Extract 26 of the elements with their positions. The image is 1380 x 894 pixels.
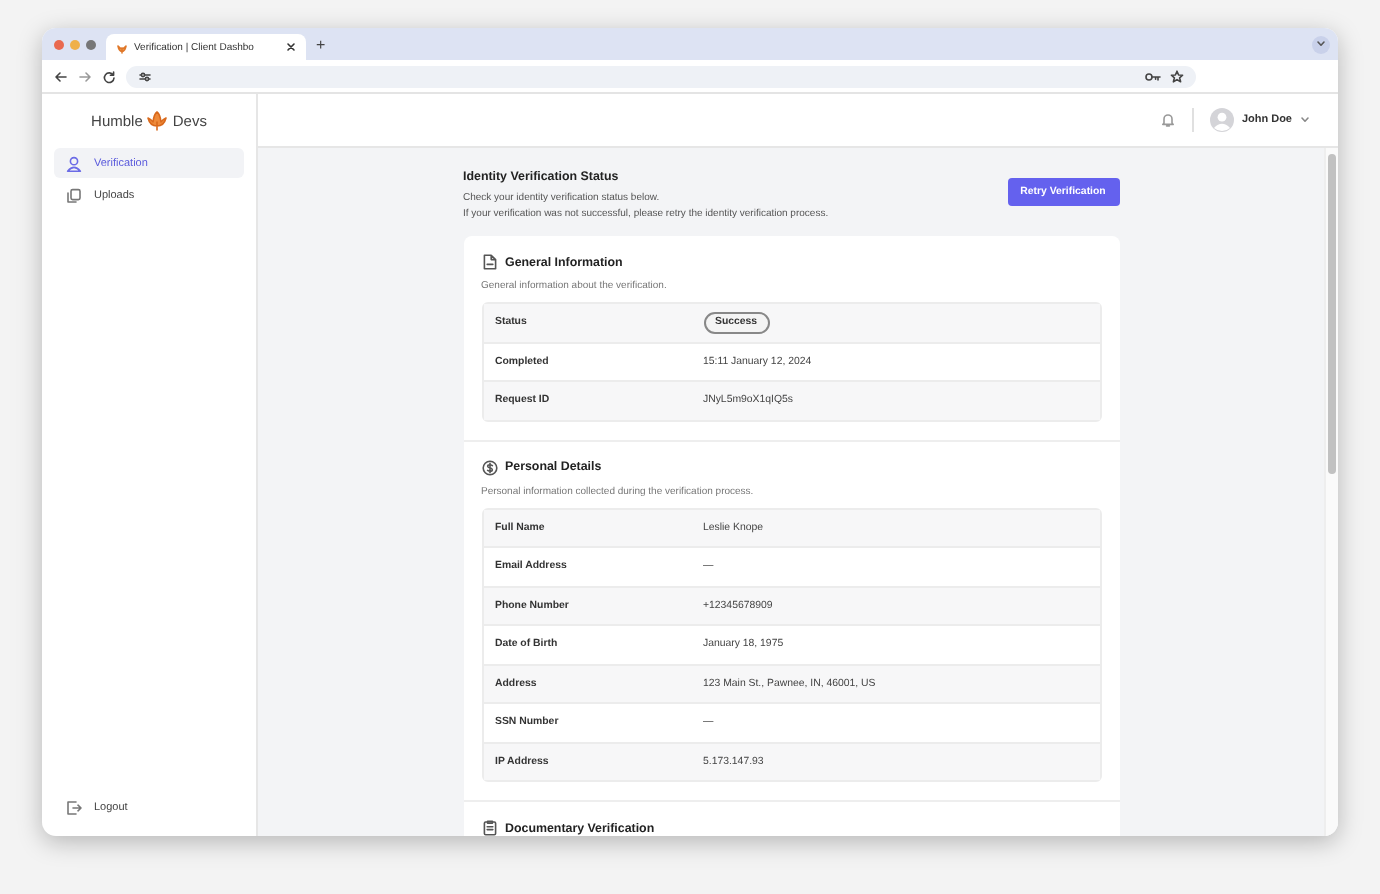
documents-icon xyxy=(66,187,82,203)
back-icon[interactable] xyxy=(54,69,68,83)
star-icon[interactable] xyxy=(1170,69,1184,83)
dollar-icon xyxy=(481,459,497,475)
close-button[interactable] xyxy=(54,39,64,49)
maximize-button[interactable] xyxy=(86,39,96,49)
address-field[interactable] xyxy=(126,65,1196,87)
close-icon[interactable] xyxy=(286,42,296,52)
clipboard-icon xyxy=(481,820,497,836)
leaf-icon xyxy=(116,41,128,53)
chevron-down-icon xyxy=(1316,40,1326,48)
bell-icon[interactable] xyxy=(1159,112,1176,128)
forward-icon[interactable] xyxy=(78,69,92,83)
leaf-logo-icon xyxy=(146,109,169,131)
exit-icon xyxy=(66,799,82,815)
scrollbar[interactable] xyxy=(1324,148,1338,836)
avatar-icon xyxy=(1209,108,1234,132)
scrollbar-thumb[interactable] xyxy=(1328,154,1336,474)
reload-icon[interactable] xyxy=(102,69,116,83)
person-icon xyxy=(66,155,82,171)
key-icon[interactable] xyxy=(1144,69,1162,83)
settings-icon[interactable] xyxy=(138,69,152,83)
tab-menu-button[interactable] xyxy=(1312,35,1330,53)
document-icon xyxy=(481,254,497,270)
chevron-down-icon xyxy=(1300,116,1310,124)
new-tab-button[interactable]: + xyxy=(306,35,336,53)
